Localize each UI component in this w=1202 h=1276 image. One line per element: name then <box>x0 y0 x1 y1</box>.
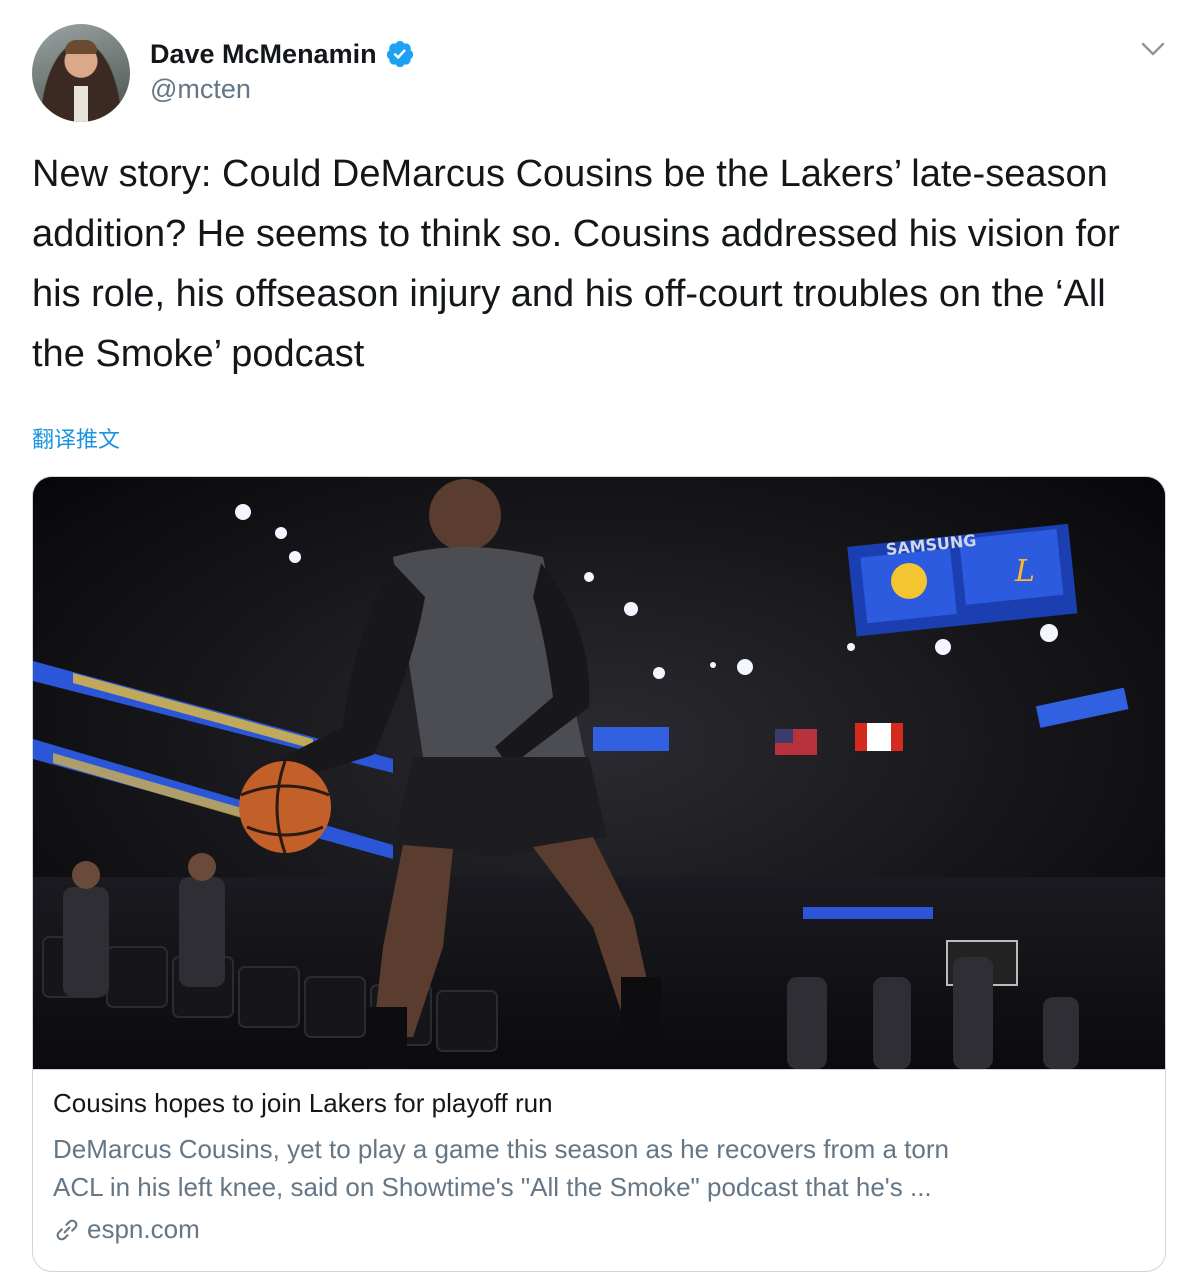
card-description: DeMarcus Cousins, yet to play a game thi… <box>53 1130 1143 1206</box>
verified-badge-icon <box>386 40 413 68</box>
author-display-name[interactable]: Dave McMenamin <box>150 39 377 70</box>
card-body[interactable]: Cousins hopes to join Lakers for playoff… <box>33 1070 1165 1271</box>
link-icon <box>56 1219 78 1240</box>
tweet: Dave McMenamin @mcten New story: Could D… <box>0 0 1202 1276</box>
translate-tweet-link[interactable]: 翻译推文 <box>32 422 120 454</box>
link-preview-card[interactable]: L SAMSUNG Cousins hopes to join Lakers f… <box>32 476 1166 1272</box>
tweet-text: New story: Could DeMarcus Cousins be the… <box>32 153 1120 375</box>
basketball <box>239 760 331 854</box>
card-domain-row: espn.com <box>53 1214 200 1245</box>
author-name-row: Dave McMenamin <box>150 34 415 74</box>
author-avatar[interactable] <box>32 24 130 122</box>
avatar-shirt <box>74 86 88 122</box>
card-description-line-1: DeMarcus Cousins, yet to play a game thi… <box>53 1134 949 1164</box>
card-description-line-2: ACL in his left knee, said on Showtime's… <box>53 1172 932 1202</box>
svg-text:L: L <box>1014 554 1035 589</box>
arena-photo: L SAMSUNG <box>33 477 1165 1069</box>
chevron-down-icon[interactable] <box>1138 34 1168 64</box>
card-title[interactable]: Cousins hopes to join Lakers for playoff… <box>53 1088 553 1119</box>
card-photo[interactable]: L SAMSUNG <box>33 477 1165 1070</box>
author-handle[interactable]: @mcten <box>150 74 251 105</box>
card-domain[interactable]: espn.com <box>87 1214 200 1245</box>
avatar-hair <box>65 40 97 54</box>
